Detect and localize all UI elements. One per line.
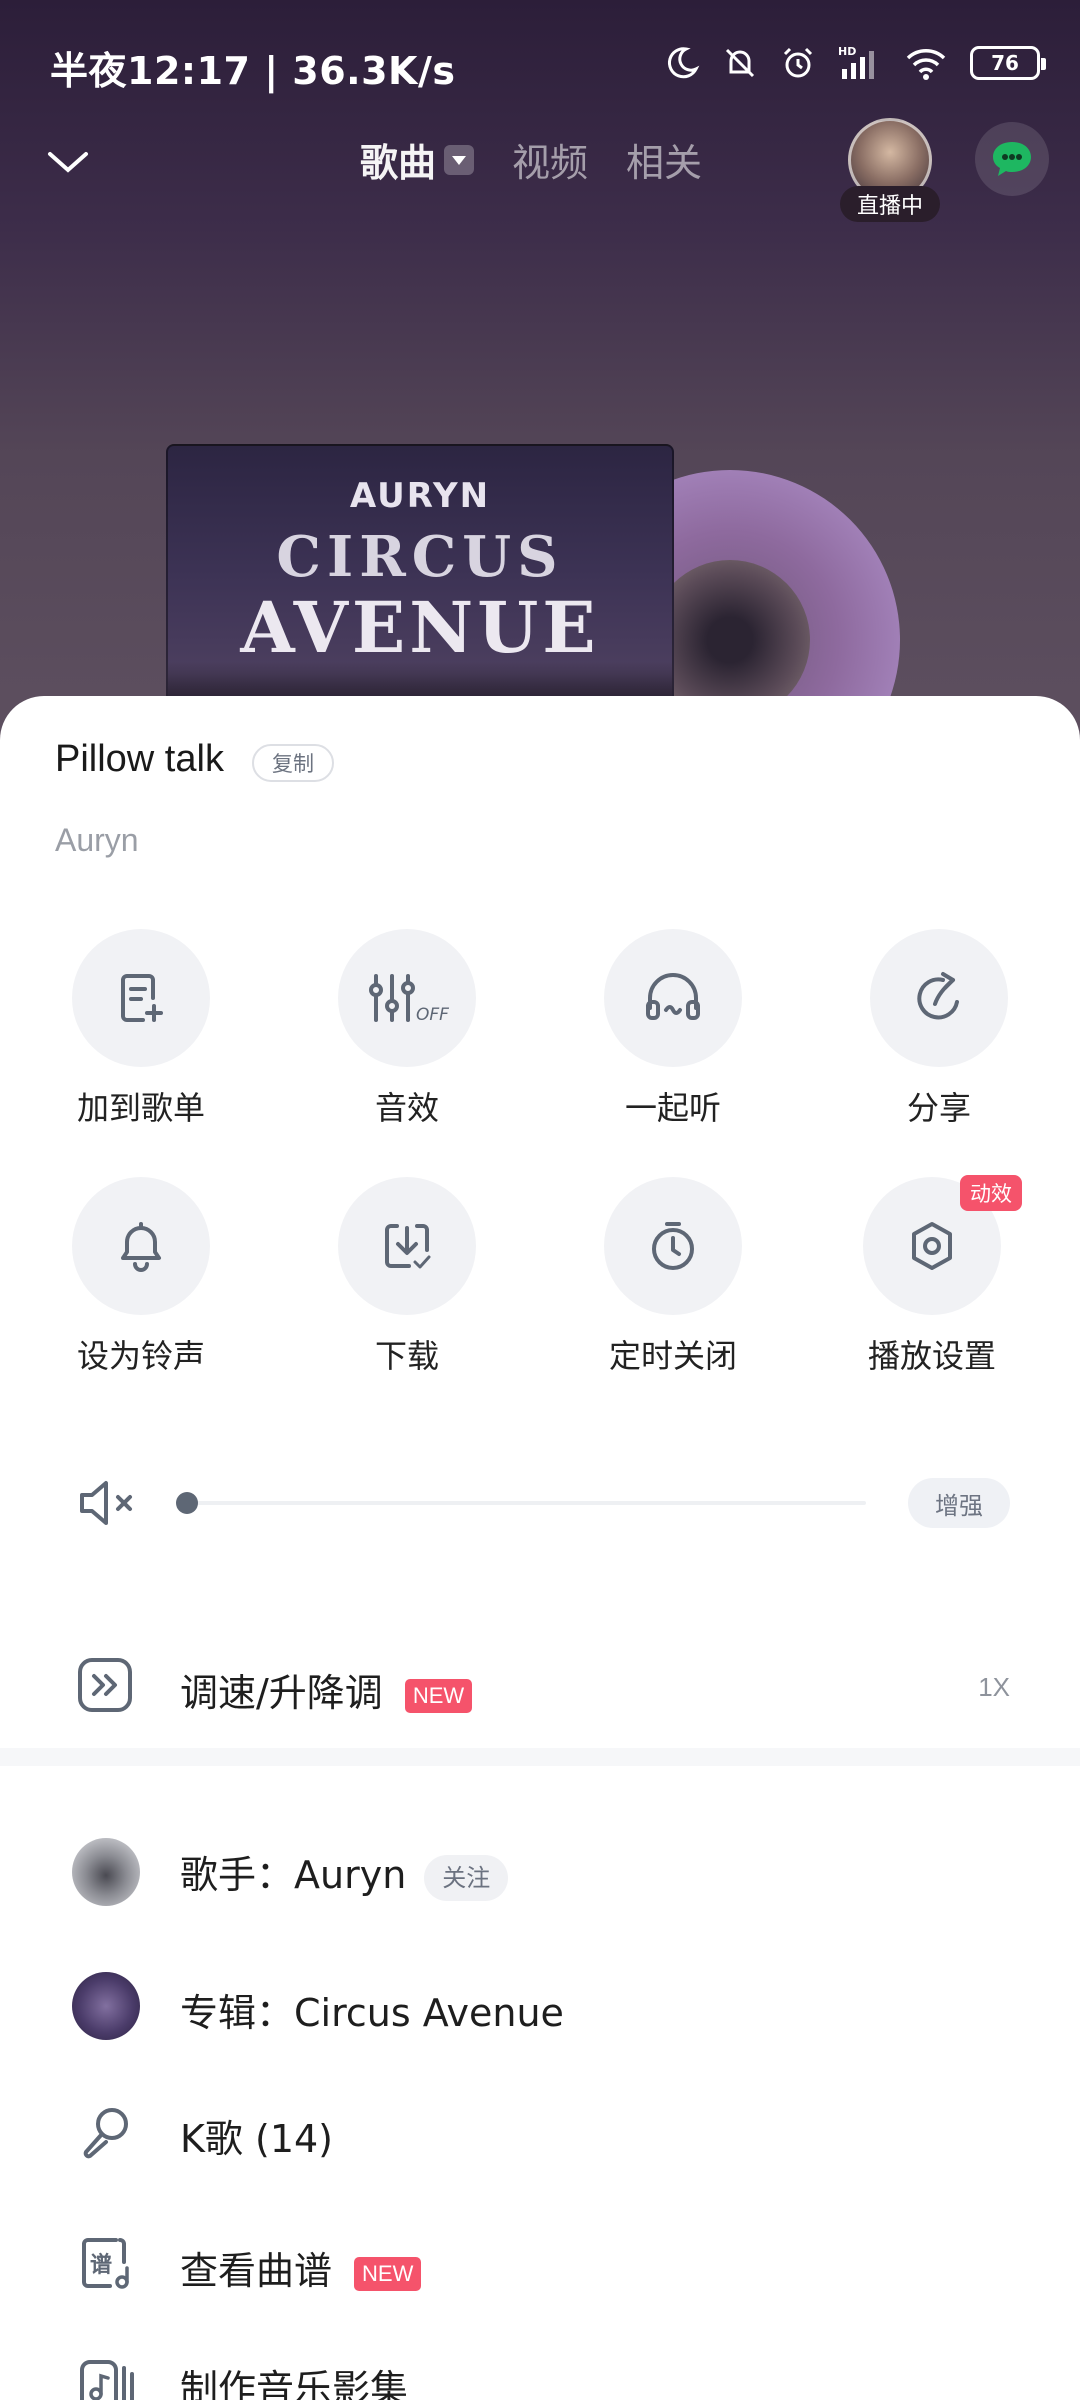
action-circle — [338, 1177, 476, 1315]
action-label: 一起听 — [624, 1089, 721, 1127]
action-label: 加到歌单 — [76, 1089, 205, 1127]
singer-row[interactable]: 歌手：Auryn 关注 — [0, 1812, 1080, 1932]
timer-icon — [652, 1222, 694, 1270]
settings-icon — [912, 1222, 952, 1270]
action-circle — [72, 929, 210, 1067]
cover-title-line1: CIRCUS — [276, 524, 564, 590]
speed-value: 1X — [978, 1672, 1010, 1702]
song-artist[interactable]: Auryn — [55, 822, 139, 859]
action-label: 分享 — [906, 1089, 971, 1127]
effect-badge: 动效 — [960, 1175, 1022, 1211]
cover-band-name: AURYN — [349, 476, 491, 516]
action-playback-settings[interactable]: 播放设置 动效 — [832, 1175, 1032, 1377]
action-add-to-playlist[interactable]: 加到歌单 — [41, 929, 241, 1129]
moon-icon — [667, 47, 700, 79]
section-divider — [0, 1748, 1080, 1766]
new-badge: NEW — [354, 2256, 422, 2291]
status-bar: 半夜12:17 | 36.3K/s HD 76 — [0, 0, 1080, 120]
action-label: 播放设置 — [867, 1337, 996, 1375]
live-badge: 直播中 — [840, 186, 940, 222]
svg-text:HD: HD — [838, 45, 856, 58]
collapse-down-icon[interactable] — [44, 138, 92, 186]
battery-indicator: 76 — [970, 46, 1046, 80]
action-circle — [72, 1177, 210, 1315]
tab-video[interactable]: 视频 — [512, 132, 588, 187]
action-circle — [604, 929, 742, 1067]
cover-title-line2: AVENUE — [240, 586, 600, 669]
add-to-playlist-icon — [121, 974, 163, 1022]
action-sound-effect[interactable]: OFF 音效 — [307, 929, 507, 1129]
new-badge: NEW — [404, 1678, 473, 1713]
album-row[interactable]: 专辑：Circus Avenue — [0, 1946, 1080, 2066]
share-icon — [917, 972, 959, 1020]
singer-text: 歌手：Auryn — [180, 1853, 407, 1897]
chat-bubble-icon — [993, 142, 1031, 176]
svg-text:谱: 谱 — [90, 2252, 112, 2278]
music-movie-label: 制作音乐影集 — [180, 2367, 409, 2400]
song-options-sheet: Pillow talk 复制 Auryn 加到歌单 OFF 音效 一起听 分享 … — [0, 696, 1080, 2400]
singer-avatar — [72, 1838, 140, 1906]
tab-song[interactable]: 歌曲 — [360, 132, 475, 187]
singer-label: 歌手：Auryn 关注 — [180, 1844, 509, 1901]
bell-muted-icon — [725, 48, 755, 78]
speed-pitch-text: 调速/升降调 — [180, 1671, 383, 1715]
action-circle — [870, 929, 1008, 1067]
album-thumbnail — [72, 1972, 140, 2040]
karaoke-label: K歌 (14) — [180, 2117, 334, 2161]
score-text: 查看曲谱 — [180, 2249, 333, 2293]
player-background: 半夜12:17 | 36.3K/s HD 76 歌曲 视频 相关 直播中 AUR… — [0, 0, 1080, 810]
chat-button[interactable] — [975, 122, 1049, 196]
score-row[interactable]: 谱 查看曲谱 NEW — [0, 2210, 1080, 2330]
song-title: Pillow talk — [55, 738, 224, 780]
status-time: 半夜12:17 | 36.3K/s — [50, 49, 456, 93]
action-circle — [604, 1177, 742, 1315]
music-album-icon — [80, 2360, 134, 2400]
download-icon — [385, 1224, 431, 1269]
sheet-music-icon: 谱 — [82, 2238, 129, 2289]
action-label: 音效 — [374, 1089, 439, 1127]
volume-slider-handle[interactable] — [176, 1492, 198, 1514]
action-label: 下载 — [374, 1337, 439, 1375]
speed-pitch-row[interactable]: 调速/升降调 NEW 1X — [0, 1636, 1080, 1746]
volume-boost-button[interactable]: 增强 — [908, 1478, 1010, 1528]
album-label: 专辑：Circus Avenue — [180, 1991, 564, 2035]
player-nav-bar: 歌曲 视频 相关 直播中 — [0, 110, 1080, 222]
microphone-icon — [83, 2108, 128, 2159]
tab-song-label: 歌曲 — [360, 141, 437, 185]
score-label: 查看曲谱 NEW — [180, 2240, 422, 2295]
speed-pitch-label: 调速/升降调 NEW — [180, 1662, 473, 1717]
action-download[interactable]: 下载 — [307, 1177, 507, 1377]
nav-tabs: 歌曲 视频 相关 — [360, 132, 702, 187]
signal-icon: HD — [838, 45, 874, 79]
volume-slider-track[interactable] — [186, 1501, 866, 1505]
svg-text:OFF: OFF — [416, 1005, 449, 1025]
alarm-icon — [783, 47, 813, 78]
music-movie-row[interactable]: 制作音乐影集 — [0, 2334, 1080, 2400]
action-set-ringtone[interactable]: 设为铃声 — [41, 1177, 241, 1377]
action-listen-together[interactable]: 一起听 — [573, 929, 773, 1129]
tab-related[interactable]: 相关 — [626, 132, 702, 187]
status-icons: HD 76 — [664, 40, 1046, 86]
listen-together-icon — [646, 973, 700, 1020]
action-label: 定时关闭 — [608, 1337, 737, 1375]
follow-button[interactable]: 关注 — [424, 1854, 509, 1901]
volume-muted-icon[interactable] — [76, 1473, 142, 1533]
action-share[interactable]: 分享 — [839, 929, 1039, 1129]
wifi-icon — [906, 49, 946, 80]
caret-down-icon — [444, 144, 475, 175]
action-sleep-timer[interactable]: 定时关闭 — [573, 1177, 773, 1377]
speed-icon — [78, 1658, 132, 1712]
bell-icon — [121, 1222, 161, 1272]
action-circle: OFF — [338, 929, 476, 1067]
copy-button[interactable]: 复制 — [252, 744, 334, 782]
equalizer-off-icon: OFF — [369, 974, 449, 1025]
karaoke-row[interactable]: K歌 (14) — [0, 2078, 1080, 2198]
action-label: 设为铃声 — [76, 1337, 205, 1375]
